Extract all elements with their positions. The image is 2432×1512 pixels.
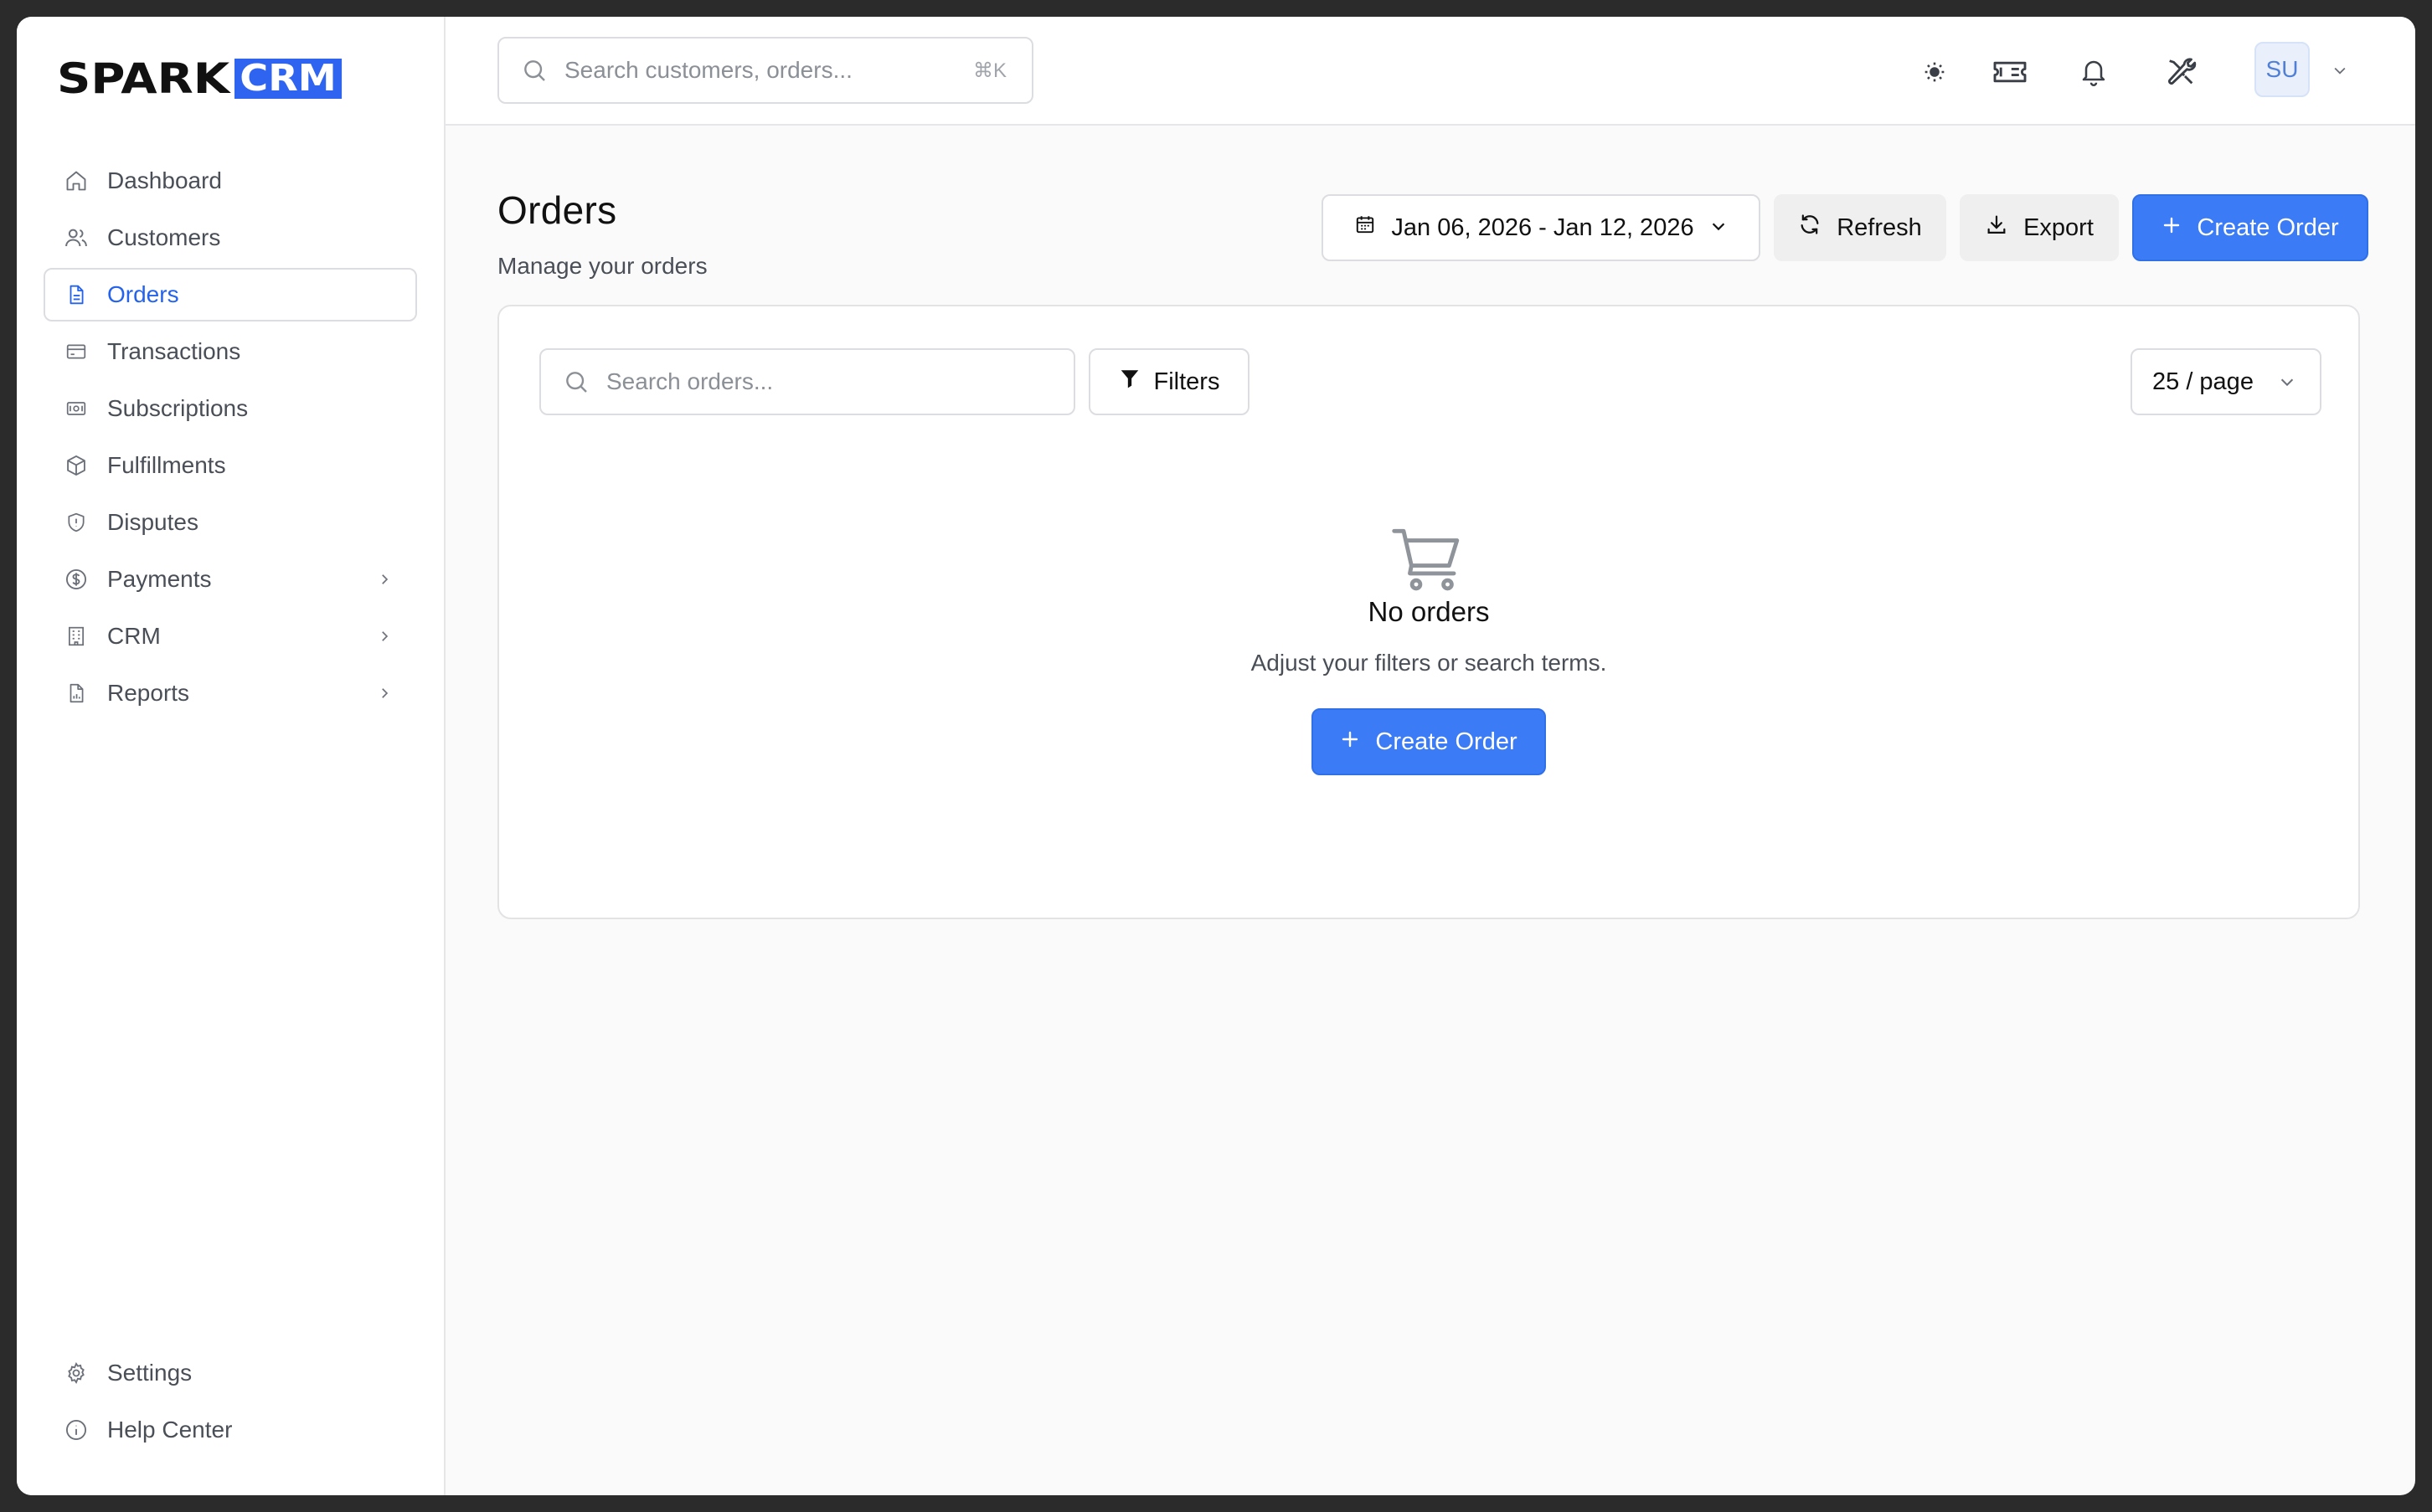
users-icon bbox=[64, 225, 89, 250]
sidebar-item-customers[interactable]: Customers bbox=[44, 211, 417, 265]
page-subtitle: Manage your orders bbox=[497, 253, 708, 279]
bell-icon[interactable] bbox=[2075, 54, 2112, 90]
sidebar-bottom-nav: Settings Help Center bbox=[44, 1346, 417, 1460]
calendar-icon bbox=[1354, 213, 1376, 242]
app-window: SPARK CRM Dashboard Customers Orders Tra… bbox=[17, 17, 2415, 1495]
search-placeholder: Search customers, orders... bbox=[564, 57, 853, 83]
create-order-label: Create Order bbox=[2197, 213, 2339, 241]
sidebar-item-label: Settings bbox=[107, 1360, 193, 1386]
orders-search-placeholder: Search orders... bbox=[606, 368, 774, 394]
plus-icon bbox=[2161, 214, 2182, 242]
empty-state-title: No orders bbox=[1368, 596, 1490, 627]
document-icon bbox=[64, 282, 89, 307]
building-icon bbox=[64, 624, 89, 649]
sidebar-item-label: Transactions bbox=[107, 338, 241, 364]
filters-button[interactable]: Filters bbox=[1089, 348, 1249, 415]
global-search-input[interactable]: Search customers, orders... ⌘K bbox=[497, 37, 1033, 104]
page-actions: Jan 06, 2026 - Jan 12, 2026 Refresh Expo… bbox=[1322, 194, 2368, 261]
sidebar: SPARK CRM Dashboard Customers Orders Tra… bbox=[17, 17, 446, 1495]
sidebar-item-label: CRM bbox=[107, 623, 161, 649]
shield-icon bbox=[64, 510, 89, 535]
download-icon bbox=[1985, 213, 2008, 243]
dollar-circle-icon bbox=[64, 567, 89, 592]
chevron-right-icon bbox=[375, 684, 394, 702]
chevron-down-icon bbox=[2278, 372, 2298, 392]
refresh-button[interactable]: Refresh bbox=[1774, 194, 1946, 261]
sidebar-item-label: Help Center bbox=[107, 1417, 233, 1443]
sidebar-item-crm[interactable]: CRM bbox=[44, 609, 417, 663]
banknote-icon bbox=[64, 396, 89, 421]
sidebar-item-label: Payments bbox=[107, 566, 212, 592]
sidebar-item-dashboard[interactable]: Dashboard bbox=[44, 154, 417, 208]
sidebar-item-subscriptions[interactable]: Subscriptions bbox=[44, 382, 417, 435]
search-icon bbox=[521, 56, 549, 85]
sidebar-item-fulfillments[interactable]: Fulfillments bbox=[44, 439, 417, 492]
home-icon bbox=[64, 168, 89, 193]
info-icon bbox=[64, 1417, 89, 1443]
page-header: Orders Manage your orders bbox=[497, 188, 708, 280]
refresh-label: Refresh bbox=[1837, 213, 1922, 241]
sidebar-item-label: Reports bbox=[107, 680, 190, 706]
shopping-cart-icon bbox=[1391, 526, 1466, 593]
date-range-label: Jan 06, 2026 - Jan 12, 2026 bbox=[1391, 213, 1694, 241]
ticket-icon[interactable] bbox=[1991, 54, 2028, 90]
chevron-right-icon bbox=[375, 570, 394, 589]
orders-card: Search orders... Filters 25 / page No or… bbox=[497, 305, 2360, 919]
sidebar-nav: Dashboard Customers Orders Transactions bbox=[44, 154, 417, 723]
refresh-icon bbox=[1798, 213, 1821, 243]
per-page-value: 25 / page bbox=[2152, 368, 2254, 395]
sidebar-item-orders[interactable]: Orders bbox=[44, 268, 417, 321]
user-avatar[interactable]: SU bbox=[2254, 42, 2310, 97]
sidebar-item-payments[interactable]: Payments bbox=[44, 553, 417, 606]
empty-create-order-label: Create Order bbox=[1375, 728, 1517, 755]
export-button[interactable]: Export bbox=[1960, 194, 2119, 261]
search-icon bbox=[563, 368, 591, 396]
report-icon bbox=[64, 681, 89, 706]
filters-label: Filters bbox=[1153, 368, 1220, 395]
sidebar-item-help-center[interactable]: Help Center bbox=[44, 1403, 417, 1457]
orders-search-input[interactable]: Search orders... bbox=[539, 348, 1075, 415]
sidebar-item-settings[interactable]: Settings bbox=[44, 1346, 417, 1400]
empty-create-order-button[interactable]: Create Order bbox=[1311, 708, 1546, 775]
sidebar-item-disputes[interactable]: Disputes bbox=[44, 496, 417, 549]
plus-icon bbox=[1340, 728, 1360, 756]
sidebar-item-label: Dashboard bbox=[107, 167, 222, 193]
brand-logo-badge: CRM bbox=[234, 59, 343, 99]
package-icon bbox=[64, 453, 89, 478]
sidebar-item-label: Customers bbox=[107, 224, 221, 250]
sidebar-item-transactions[interactable]: Transactions bbox=[44, 325, 417, 378]
chevron-down-icon bbox=[1709, 214, 1728, 242]
sidebar-item-label: Subscriptions bbox=[107, 395, 249, 421]
brand-logo[interactable]: SPARK CRM bbox=[57, 54, 343, 103]
empty-state: No orders Adjust your filters or search … bbox=[499, 526, 2358, 775]
keyboard-shortcut-hint: ⌘K bbox=[972, 59, 1007, 82]
sidebar-item-label: Orders bbox=[107, 281, 179, 307]
create-order-button[interactable]: Create Order bbox=[2132, 194, 2368, 261]
export-label: Export bbox=[2023, 213, 2094, 241]
chevron-right-icon bbox=[375, 627, 394, 645]
credit-card-icon bbox=[64, 339, 89, 364]
filter-icon bbox=[1119, 368, 1141, 396]
brand-logo-text: SPARK bbox=[57, 54, 230, 103]
page-title: Orders bbox=[497, 188, 617, 232]
sidebar-item-label: Fulfillments bbox=[107, 452, 226, 478]
chevron-down-icon[interactable] bbox=[2330, 60, 2350, 80]
gear-icon bbox=[64, 1360, 89, 1386]
tools-icon[interactable] bbox=[2162, 54, 2199, 90]
sun-icon[interactable] bbox=[1916, 54, 1953, 90]
main-content: Search customers, orders... ⌘K SU Orders bbox=[446, 17, 2415, 1495]
per-page-select[interactable]: 25 / page bbox=[2131, 348, 2321, 415]
top-bar: Search customers, orders... ⌘K SU bbox=[446, 17, 2415, 126]
sidebar-item-label: Disputes bbox=[107, 509, 198, 535]
empty-state-subtitle: Adjust your filters or search terms. bbox=[1250, 650, 1607, 676]
date-range-picker[interactable]: Jan 06, 2026 - Jan 12, 2026 bbox=[1322, 194, 1760, 261]
sidebar-item-reports[interactable]: Reports bbox=[44, 666, 417, 720]
